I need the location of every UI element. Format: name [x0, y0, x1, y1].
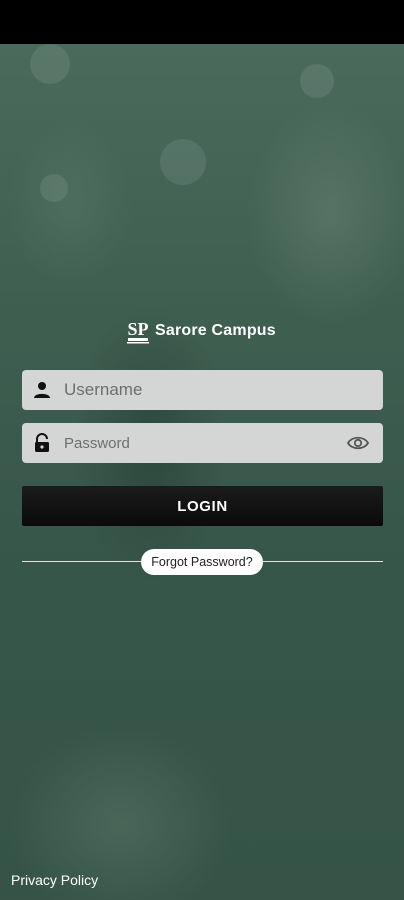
username-input[interactable]: [62, 379, 383, 401]
password-input[interactable]: [62, 433, 347, 453]
background-photo: [0, 44, 404, 900]
login-screen: SP Sarore Campus Username LOGIN Forgot P…: [0, 0, 404, 900]
status-bar: [0, 0, 404, 44]
login-button[interactable]: LOGIN: [22, 486, 383, 526]
lock-icon: [32, 433, 52, 453]
app-logo: SP Sarore Campus: [126, 318, 276, 344]
password-field[interactable]: [22, 423, 383, 463]
forgot-password-button[interactable]: Forgot Password?: [141, 549, 263, 575]
person-icon: [32, 380, 52, 400]
privacy-policy-link[interactable]: Privacy Policy: [11, 872, 98, 888]
eye-icon[interactable]: [347, 432, 369, 454]
app-name: Sarore Campus: [155, 322, 276, 339]
logo-mark-icon: SP: [126, 318, 150, 344]
username-field[interactable]: [22, 370, 383, 410]
svg-text:SP: SP: [127, 319, 148, 339]
